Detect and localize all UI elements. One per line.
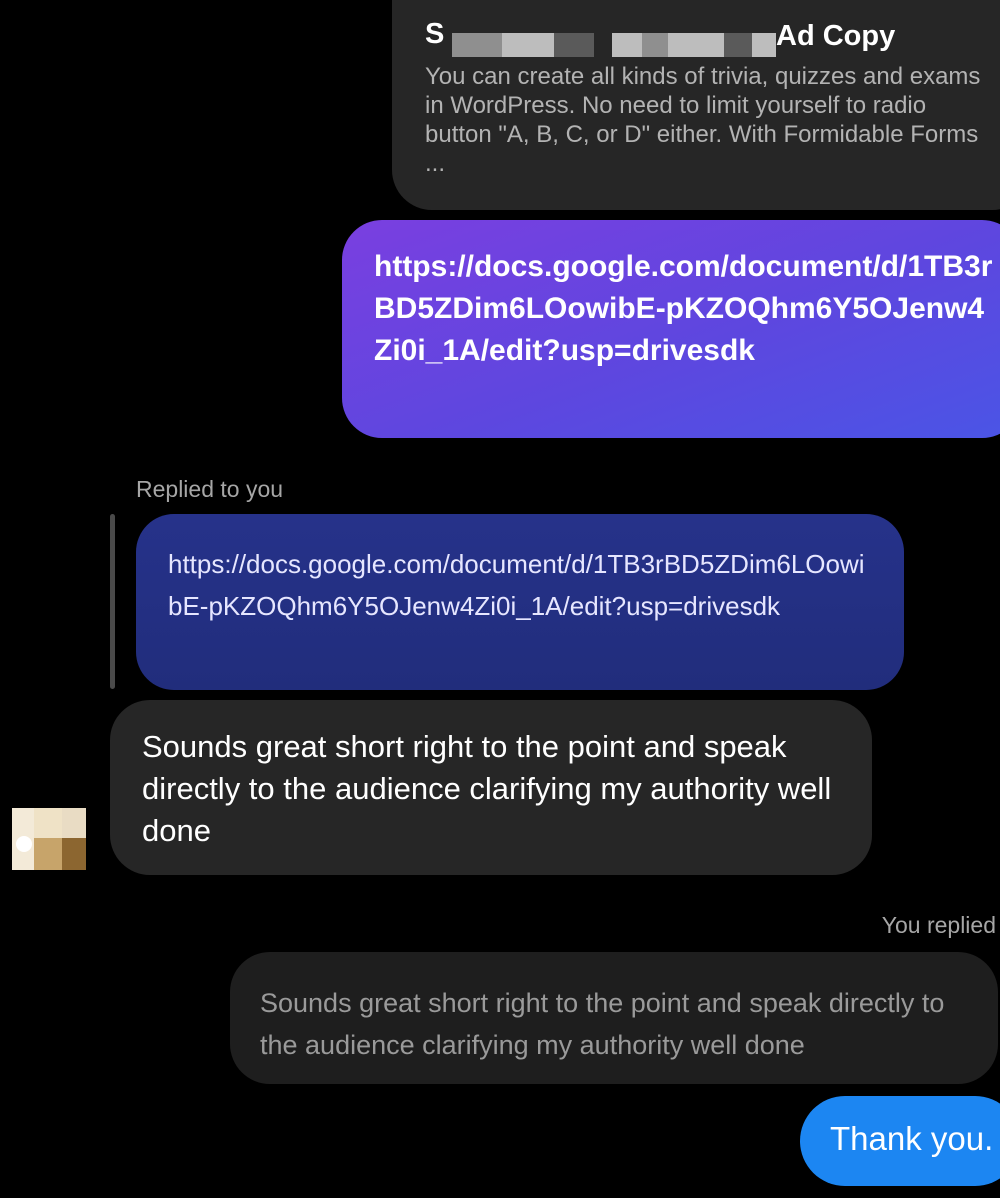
quoted-reply-bubble[interactable]: Sounds great short right to the point an… xyxy=(230,952,998,1084)
replied-to-you-label: Replied to you xyxy=(136,476,284,502)
link-preview-title-start: S xyxy=(425,18,445,50)
redacted-block xyxy=(724,33,752,57)
sent-link-bubble[interactable]: https://docs.google.com/document/d/1TB3r… xyxy=(342,220,1000,438)
redacted-block xyxy=(752,33,776,57)
link-preview-title-end: Ad Copy xyxy=(776,20,896,52)
reply-indicator-bar xyxy=(110,514,115,689)
incoming-message-bubble[interactable]: Sounds great short right to the point an… xyxy=(110,700,872,875)
you-replied-label: You replied xyxy=(881,912,996,938)
redacted-block xyxy=(452,33,502,57)
link-preview-description: You can create all kinds of trivia, quiz… xyxy=(425,63,981,177)
redacted-block xyxy=(612,33,642,57)
redacted-block xyxy=(668,33,724,57)
quoted-message-bubble[interactable]: https://docs.google.com/document/d/1TB3r… xyxy=(136,514,904,690)
redacted-block xyxy=(554,33,594,57)
redacted-block xyxy=(502,33,554,57)
outgoing-message-bubble[interactable]: Thank you. xyxy=(800,1096,1000,1186)
redacted-block xyxy=(642,33,668,57)
contact-avatar[interactable] xyxy=(6,808,86,870)
